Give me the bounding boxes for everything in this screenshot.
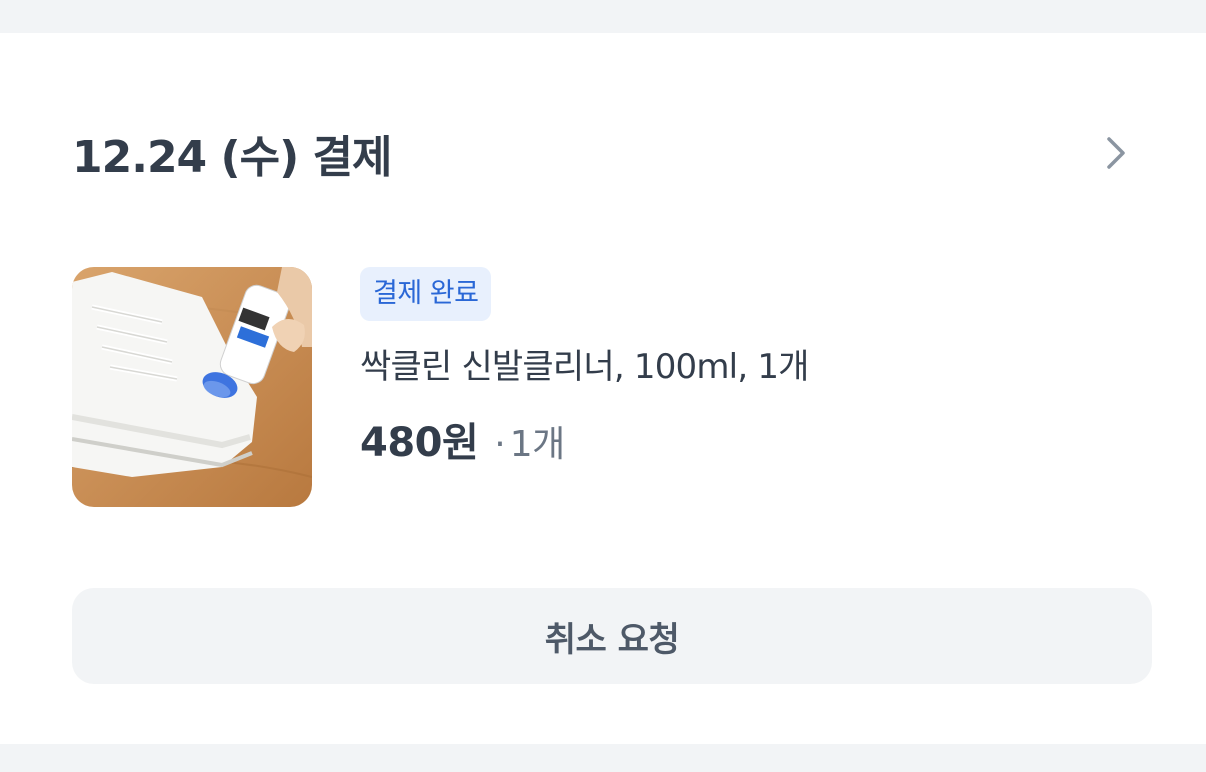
quantity-separator: · xyxy=(494,424,506,465)
order-date-title: 12.24 (수) 결제 xyxy=(72,132,392,183)
product-quantity: 1개 xyxy=(509,424,566,465)
product-thumbnail[interactable] xyxy=(72,267,312,507)
cancel-request-button[interactable]: 취소 요청 xyxy=(72,588,1152,684)
status-badge: 결제 완료 xyxy=(360,267,492,321)
order-item: 결제 완료 싹클린 신발클리너, 100ml, 1개 480원 · 1개 xyxy=(72,267,1134,507)
product-name[interactable]: 싹클린 신발클리너, 100ml, 1개 xyxy=(360,339,1120,388)
order-header[interactable]: 12.24 (수) 결제 xyxy=(72,125,1134,183)
order-item-info: 결제 완료 싹클린 신발클리너, 100ml, 1개 480원 · 1개 xyxy=(360,267,1120,468)
chevron-right-icon[interactable] xyxy=(1098,133,1134,173)
order-card: 12.24 (수) 결제 결제 완료 싹클린 신발클리너, 100ml, 1개 … xyxy=(0,33,1206,744)
price-row: 480원 · 1개 xyxy=(360,410,1120,468)
product-price: 480원 xyxy=(360,420,479,466)
